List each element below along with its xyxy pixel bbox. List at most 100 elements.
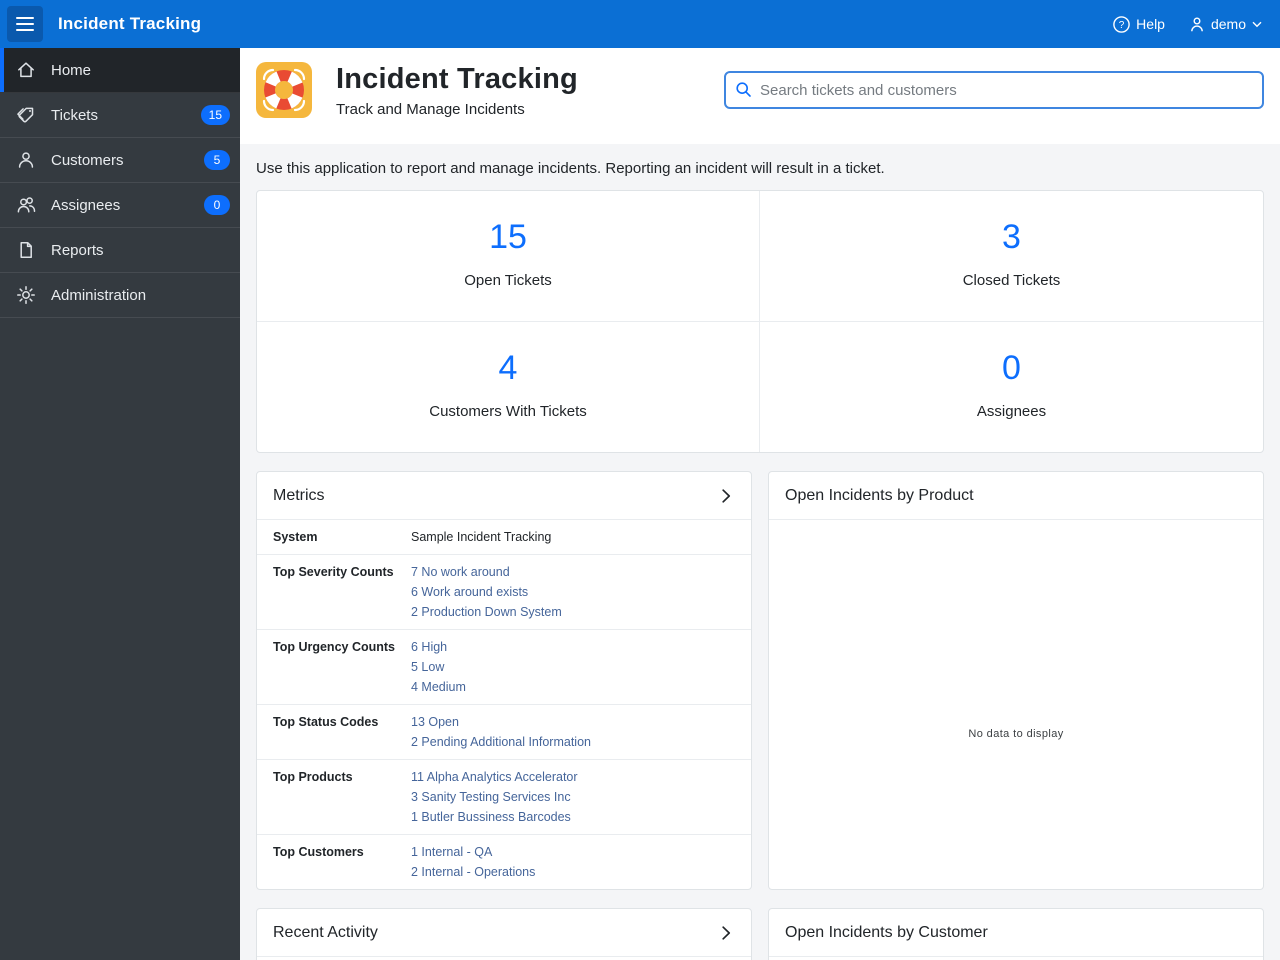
stat-label: Open Tickets (464, 272, 552, 289)
product-chart-body: No data to display (769, 520, 1263, 872)
metric-value-link[interactable]: 2 Internal - Operations (411, 862, 535, 882)
sidebar-item-label: Assignees (51, 196, 121, 214)
metric-label: Top Customers (273, 845, 364, 859)
customer-chart-header: Open Incidents by Customer (769, 909, 1263, 957)
metric-value-link[interactable]: 1 Butler Bussiness Barcodes (411, 807, 578, 827)
sidebar-item-tickets[interactable]: Tickets 15 (0, 93, 240, 138)
top-app-bar: Incident Tracking ? Help demo (0, 0, 1280, 48)
person-icon (16, 150, 38, 170)
page-title: Incident Tracking (336, 62, 578, 95)
menu-button[interactable] (7, 6, 43, 42)
stat-closed-tickets: 3 Closed Tickets (760, 191, 1263, 322)
sidebar-item-label: Administration (51, 286, 147, 304)
sidebar-item-home[interactable]: Home (0, 48, 240, 93)
search-box (724, 71, 1264, 109)
stat-value-link[interactable]: 0 (770, 349, 1253, 388)
top-bar-actions: ? Help demo (1113, 15, 1262, 33)
app-bar-title: Incident Tracking (58, 14, 202, 33)
chevron-right-icon[interactable] (718, 485, 735, 507)
metric-value-link[interactable]: 7 No work around (411, 562, 562, 582)
intro-text: Use this application to report and manag… (256, 160, 885, 177)
svg-text:?: ? (1119, 20, 1125, 31)
metric-value-link[interactable]: 3 Sanity Testing Services Inc (411, 787, 578, 807)
stat-value-link[interactable]: 3 (770, 218, 1253, 257)
stat-assignees: 0 Assignees (760, 322, 1263, 452)
stat-label: Customers With Tickets (429, 403, 587, 420)
metric-value-link[interactable]: 1 Internal - QA (411, 842, 535, 862)
search-input[interactable] (724, 71, 1264, 109)
card-title: Open Incidents by Product (785, 486, 974, 504)
stat-value-link[interactable]: 4 (267, 349, 749, 388)
lifebuoy-app-icon (256, 62, 312, 118)
metric-label: System (273, 530, 318, 544)
user-menu[interactable]: demo (1189, 16, 1262, 33)
sidebar-item-assignees[interactable]: Assignees 0 (0, 183, 240, 228)
chevron-down-icon (1252, 21, 1262, 28)
metric-value-link[interactable]: 6 High (411, 637, 466, 657)
metric-value-link[interactable]: 2 Pending Additional Information (411, 732, 591, 752)
metric-value-link[interactable]: 11 Alpha Analytics Accelerator (411, 767, 578, 787)
sidebar-item-reports[interactable]: Reports (0, 228, 240, 273)
metric-label: Top Severity Counts (273, 565, 394, 579)
stat-label: Closed Tickets (962, 272, 1061, 289)
content-area: Use this application to report and manag… (240, 144, 1280, 960)
sidebar-item-label: Tickets (51, 106, 98, 124)
card-title: Recent Activity (273, 923, 378, 941)
metric-value-link[interactable]: 2 Production Down System (411, 602, 562, 622)
recent-activity-header: Recent Activity (257, 909, 751, 957)
metric-label: Top Urgency Counts (273, 640, 395, 654)
sidebar-item-label: Reports (51, 241, 104, 259)
sidebar-item-administration[interactable]: Administration (0, 273, 240, 318)
metrics-card-header: Metrics (257, 472, 751, 520)
sidebar-item-label: Customers (51, 151, 124, 169)
chevron-right-icon[interactable] (718, 922, 735, 944)
stat-label: Assignees (976, 403, 1047, 420)
metric-value-link[interactable]: 13 Open (411, 712, 591, 732)
metric-row-status-codes: Top Status Codes 13 Open 2 Pending Addit… (257, 705, 751, 760)
open-incidents-by-customer-card: Open Incidents by Customer (768, 908, 1264, 960)
open-incidents-by-product-card: Open Incidents by Product No data to dis… (768, 471, 1264, 890)
stat-open-tickets: 15 Open Tickets (257, 191, 760, 322)
metrics-card: Metrics System Sample Incident Tracking … (256, 471, 752, 890)
people-icon (16, 195, 38, 215)
help-icon: ? (1113, 15, 1130, 33)
metric-row-severity: Top Severity Counts 7 No work around 6 W… (257, 555, 751, 630)
count-badge: 5 (204, 150, 230, 170)
tag-icon (16, 105, 38, 125)
metric-value: Sample Incident Tracking (411, 530, 552, 544)
help-button[interactable]: ? Help (1113, 15, 1165, 33)
stat-customers-with-tickets: 4 Customers With Tickets (257, 322, 760, 452)
sidebar-item-label: Home (51, 61, 92, 79)
app-titles: Incident Tracking Track and Manage Incid… (336, 63, 578, 118)
help-label: Help (1136, 16, 1165, 32)
card-title: Metrics (273, 486, 325, 504)
count-badge: 0 (204, 195, 230, 215)
metric-label: Top Products (273, 770, 353, 784)
metric-row-products: Top Products 11 Alpha Analytics Accelera… (257, 760, 751, 835)
recent-activity-card: Recent Activity Identifies most recently… (256, 908, 752, 960)
count-badge: 15 (200, 105, 230, 125)
metric-label: Top Status Codes (273, 715, 379, 729)
empty-state-text: No data to display (968, 727, 1064, 740)
page-subtitle: Track and Manage Incidents (336, 100, 525, 118)
stat-value-link[interactable]: 15 (267, 218, 749, 257)
app-header: Incident Tracking Track and Manage Incid… (240, 48, 1280, 144)
card-title: Open Incidents by Customer (785, 923, 988, 941)
sidebar: Home Tickets 15 Customers 5 Assignees 0 … (0, 48, 240, 960)
document-icon (16, 240, 38, 260)
main-content: Incident Tracking Track and Manage Incid… (240, 48, 1280, 960)
metric-value-link[interactable]: 4 Medium (411, 677, 466, 697)
user-icon (1189, 16, 1205, 33)
metric-value-link[interactable]: 6 Work around exists (411, 582, 562, 602)
metric-value-link[interactable]: 5 Low (411, 657, 466, 677)
hamburger-icon (16, 17, 34, 31)
metric-row-customers: Top Customers 1 Internal - QA 2 Internal… (257, 835, 751, 889)
stats-summary-card: 15 Open Tickets 3 Closed Tickets 4 Custo… (256, 190, 1264, 453)
product-chart-header: Open Incidents by Product (769, 472, 1263, 520)
home-icon (16, 60, 38, 80)
sidebar-item-customers[interactable]: Customers 5 (0, 138, 240, 183)
metric-row-urgency: Top Urgency Counts 6 High 5 Low 4 Medium (257, 630, 751, 705)
user-name: demo (1210, 16, 1246, 32)
metric-row-system: System Sample Incident Tracking (257, 520, 751, 555)
gear-icon (16, 285, 38, 305)
